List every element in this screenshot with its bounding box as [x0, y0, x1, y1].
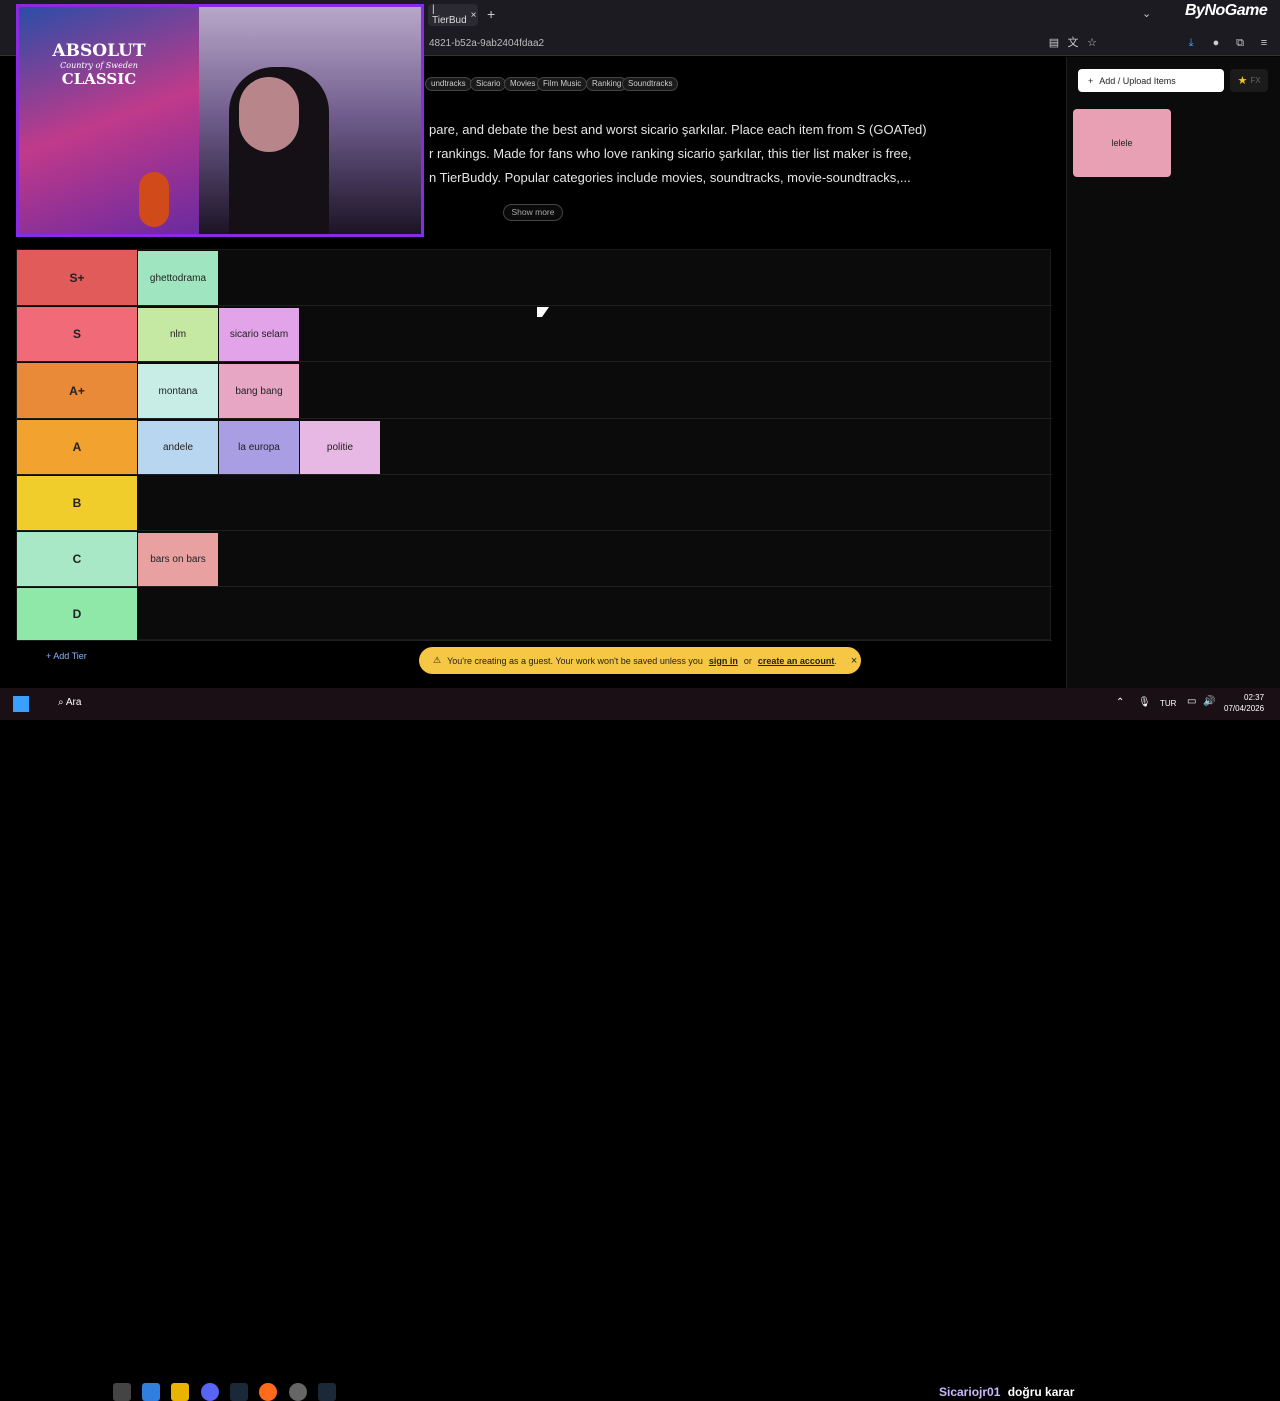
- chevron-down-icon[interactable]: ⌄: [1142, 7, 1151, 20]
- firefox-icon[interactable]: [259, 1383, 277, 1401]
- tier-item[interactable]: bars on bars: [138, 533, 218, 586]
- brand-logo: ByNoGame: [1185, 2, 1268, 19]
- language-indicator[interactable]: TUR: [1160, 699, 1176, 708]
- tier-row: D: [17, 588, 1052, 641]
- tier-label[interactable]: D: [17, 588, 137, 640]
- description-line: pare, and debate the best and worst sica…: [429, 122, 927, 137]
- close-tab-icon[interactable]: ×: [471, 10, 477, 21]
- tag-chip[interactable]: Sicario: [470, 77, 507, 91]
- steam-icon[interactable]: [318, 1383, 336, 1401]
- close-icon[interactable]: ×: [851, 655, 857, 667]
- tier-label[interactable]: B: [17, 476, 137, 530]
- clock-date: 07/04/2026: [1224, 704, 1265, 713]
- guest-warning-toast: ⚠ You're creating as a guest. Your work …: [419, 647, 861, 674]
- description-line: r rankings. Made for fans who love ranki…: [429, 146, 912, 161]
- tier-item[interactable]: montana: [138, 364, 218, 418]
- search-icon: ⌕: [58, 697, 66, 708]
- tier-item[interactable]: bang bang: [219, 364, 299, 418]
- tier-item[interactable]: politie: [300, 421, 380, 474]
- star-icon: ★: [1237, 75, 1248, 87]
- microphone-icon[interactable]: 🎙: [1138, 697, 1151, 708]
- obs-icon[interactable]: [289, 1383, 307, 1401]
- toast-or: or: [743, 655, 752, 666]
- reader-view-icon[interactable]: ▤: [1046, 35, 1062, 51]
- add-tier-label: Add Tier: [53, 651, 87, 661]
- tier-row: Snlm sicario selam: [17, 307, 1052, 362]
- tab-title: | TierBud: [432, 4, 467, 26]
- translate-icon[interactable]: 文: [1065, 35, 1081, 51]
- steam-icon[interactable]: [230, 1383, 248, 1401]
- bottle-text: CLASSIC: [61, 70, 137, 88]
- fx-button[interactable]: ★ FX: [1230, 69, 1268, 92]
- new-tab-icon[interactable]: +: [487, 6, 495, 22]
- url-text[interactable]: 4821-b52a-9ab2404fdaa2: [429, 38, 544, 49]
- tier-label[interactable]: A: [17, 420, 137, 474]
- overlay-message: doğru karar: [1007, 1385, 1075, 1399]
- tier-list: S+ ghettodrama Snlm sicario selam A+ montana b…: [16, 249, 1052, 641]
- tier-label[interactable]: C: [17, 532, 137, 586]
- bottle-text: ABSOLUT: [52, 41, 146, 61]
- fx-label: FX: [1250, 76, 1261, 85]
- extensions-icon[interactable]: ⧉: [1232, 35, 1248, 51]
- stream-overlay-text: Sicariojr01 doğru karar: [939, 1385, 1074, 1399]
- tier-row: B: [17, 476, 1052, 531]
- sign-in-link[interactable]: sign in: [709, 656, 738, 666]
- tag-chip[interactable]: undtracks: [425, 77, 472, 91]
- network-icon[interactable]: ▭: [1187, 696, 1196, 707]
- streamer-face: [239, 77, 299, 152]
- menu-icon[interactable]: ≡: [1256, 35, 1272, 51]
- plus-icon: +: [1088, 75, 1094, 86]
- tier-label[interactable]: A+: [17, 363, 137, 418]
- add-upload-label: Add / Upload Items: [1099, 75, 1176, 86]
- download-icon[interactable]: ⤓: [1183, 35, 1199, 51]
- create-account-link[interactable]: create an account: [758, 656, 835, 666]
- bottle-label: ABSOLUT Country of Sweden CLASSIC: [39, 41, 159, 88]
- tier-item[interactable]: nlm: [138, 308, 218, 361]
- discord-icon[interactable]: [201, 1383, 219, 1401]
- taskbar-search[interactable]: ⌕ Ara: [58, 697, 81, 708]
- mouse-cursor: [537, 307, 549, 317]
- taskbar: ⌕ Ara Sicariojr01 doğru karar ⌃ 🎙 TUR ▭ …: [0, 688, 1280, 1401]
- add-tier-button[interactable]: + Add Tier: [46, 651, 87, 661]
- account-icon[interactable]: ●: [1208, 35, 1224, 51]
- clock-time: 02:37: [1244, 693, 1265, 702]
- add-upload-items-button[interactable]: + Add / Upload Items: [1078, 69, 1224, 92]
- tier-item[interactable]: ghettodrama: [138, 251, 218, 305]
- tier-row: Cbars on bars: [17, 532, 1052, 587]
- chevron-up-icon[interactable]: ⌃: [1116, 697, 1124, 708]
- bookmark-star-icon[interactable]: ☆: [1084, 35, 1100, 51]
- tier-item[interactable]: sicario selam: [219, 308, 299, 361]
- overlay-username: Sicariojr01: [939, 1385, 1001, 1399]
- tag-chip[interactable]: Movies: [504, 77, 542, 91]
- system-clock[interactable]: 02:37 07/04/2026: [1224, 692, 1264, 714]
- windows-start-icon[interactable]: [13, 696, 29, 712]
- description-line: n TierBuddy. Popular categories include …: [429, 170, 911, 185]
- toast-text: You're creating as a guest. Your work wo…: [447, 655, 703, 666]
- tag-chip[interactable]: Film Music: [537, 77, 588, 91]
- tab-tierbuddy[interactable]: | TierBud ×: [428, 4, 478, 26]
- webcam-overlay: ABSOLUT Country of Sweden CLASSIC: [16, 4, 424, 237]
- search-label: Ara: [65, 697, 82, 708]
- tier-label[interactable]: S+: [17, 250, 137, 305]
- tier-label[interactable]: S: [17, 307, 137, 361]
- show-more-button[interactable]: Show more: [503, 204, 563, 221]
- tier-row: A+ montana bang bang: [17, 363, 1052, 419]
- task-view-icon[interactable]: [113, 1383, 131, 1401]
- volume-icon[interactable]: 🔊: [1203, 696, 1215, 707]
- tier-item[interactable]: andele: [138, 421, 218, 474]
- tier-row: Aandele la europa politie: [17, 420, 1052, 475]
- microphone: [139, 172, 169, 227]
- warning-icon: ⚠: [433, 655, 442, 665]
- file-explorer-icon[interactable]: [171, 1383, 189, 1401]
- toast-dot: .: [834, 655, 837, 666]
- tier-item[interactable]: la europa: [219, 421, 299, 474]
- bottle-text: Country of Sweden: [60, 61, 138, 70]
- tag-chip[interactable]: Soundtracks: [622, 77, 679, 91]
- copilot-icon[interactable]: [142, 1383, 160, 1401]
- tier-row: S+ ghettodrama: [17, 250, 1052, 306]
- pool-item[interactable]: lelele: [1073, 109, 1171, 177]
